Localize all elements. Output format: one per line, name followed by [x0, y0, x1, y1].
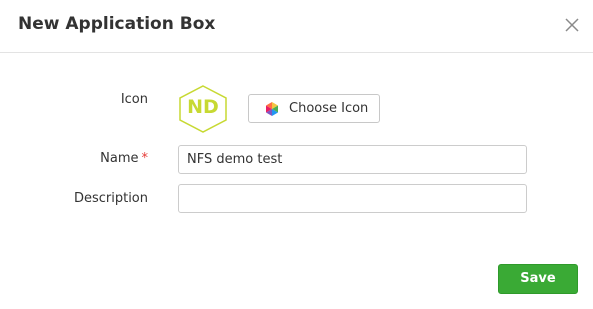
close-icon[interactable] [561, 14, 583, 36]
save-button[interactable]: Save [498, 264, 578, 294]
required-marker: * [141, 151, 149, 166]
name-input[interactable] [178, 145, 527, 174]
name-label: Name * [96, 151, 148, 166]
dialog-header: New Application Box [0, 0, 593, 53]
name-label-text: Name [100, 151, 139, 166]
new-application-box-dialog: New Application Box Icon ND Choose Icon … [0, 0, 593, 309]
color-palette-icon [266, 102, 278, 116]
choose-icon-button[interactable]: Choose Icon [248, 94, 380, 123]
choose-icon-label: Choose Icon [289, 101, 369, 116]
description-input[interactable] [178, 184, 527, 213]
icon-label: Icon [120, 92, 148, 107]
app-icon-initials: ND [187, 96, 219, 118]
description-label: Description [73, 191, 148, 206]
dialog-title: New Application Box [18, 14, 216, 34]
